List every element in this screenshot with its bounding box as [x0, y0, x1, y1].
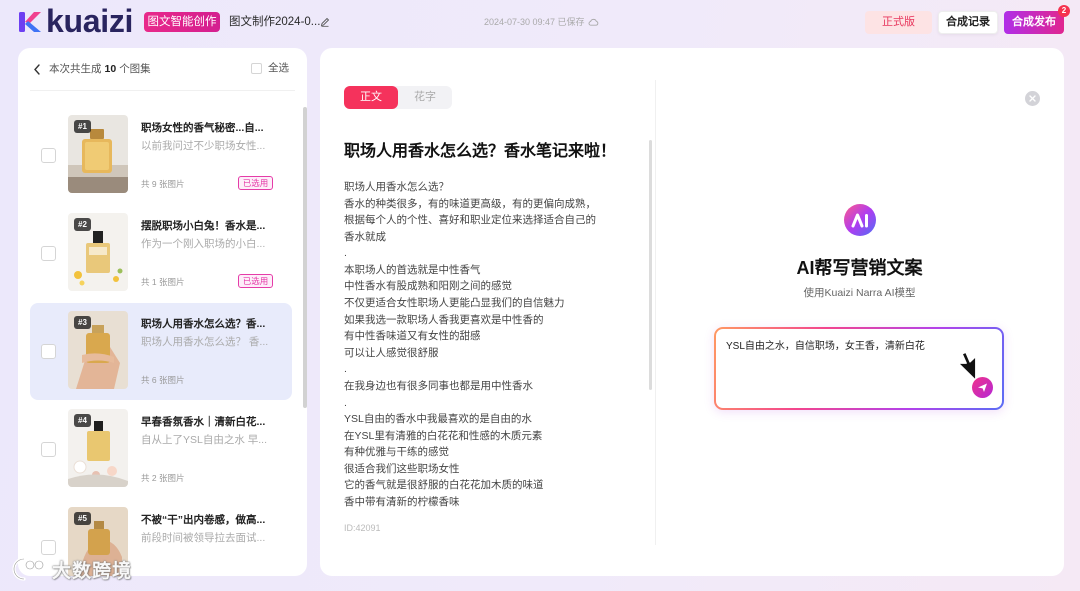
used-status-badge: 已选用	[238, 274, 273, 288]
gallery-item-image-count: 共 2 张图片	[141, 473, 185, 483]
gallery-item-checkbox[interactable]	[41, 148, 56, 163]
gallery-item[interactable]: #3 职场人用香水怎么选？香... 职场人用香水怎么选？ 香... 共 6 张图片	[30, 303, 292, 400]
ai-copywriting-panel: AI帮写营销文案 使用Kuaizi Narra AI模型 YSL自由之水，自信职…	[655, 48, 1064, 576]
gallery-item-checkbox[interactable]	[41, 246, 56, 261]
gallery-summary: 本次共生成 10 个图集	[49, 63, 151, 76]
body-text-line[interactable]: 很适合我们这些职场女性	[344, 461, 644, 478]
chevron-left-icon[interactable]	[33, 64, 41, 75]
gallery-item-title: 职场人用香水怎么选？香...	[141, 318, 266, 330]
ai-panel-title: AI帮写营销文案	[796, 258, 923, 278]
send-button[interactable]	[972, 377, 993, 398]
watermark-logo-icon	[12, 557, 44, 581]
gallery-item-thumbnail: #3	[68, 311, 128, 389]
post-id-label: ID:42091	[344, 523, 381, 533]
watermark-text: 大数跨境	[52, 560, 133, 582]
body-text-line[interactable]: .	[344, 245, 644, 262]
body-text-line[interactable]: 在我身边也有很多同事也都是用中性香水	[344, 378, 644, 395]
main-panel: 正文 花字 职场人用香水怎么选？香水笔记来啦！ 职场人用香水怎么选？ 香水的种类很多…	[320, 48, 1064, 576]
gallery-item-checkbox[interactable]	[41, 344, 56, 359]
tab-styled-text[interactable]: 花字	[398, 86, 452, 109]
body-text-line[interactable]: 香中带有清新的柠檬香味	[344, 494, 644, 511]
gallery-item[interactable]: #4 早春香氛香水｜清新白花... 自从上了YSL自由之水 早... 共 2 张图片	[30, 401, 292, 498]
save-status: 2024-07-30 09:47 已保存	[484, 16, 599, 28]
edition-button[interactable]: 正式版	[865, 11, 932, 34]
gallery-item-image-count: 共 1 张图片	[141, 277, 185, 287]
save-status-text: 2024-07-30 09:47 已保存	[484, 17, 585, 27]
body-text-line[interactable]: 根据每个人的个性、喜好和职业定位来选择适合自己的	[344, 212, 644, 229]
mode-badge: 图文智能创作	[144, 12, 220, 32]
gallery-item-snippet: 自从上了YSL自由之水 早...	[141, 434, 268, 446]
gallery-list: #1 职场女性的香气秘密...自... 以前我问过不少职场女性... 共 9 张图片已…	[18, 107, 307, 576]
publish-button[interactable]: 合成发布	[1004, 11, 1064, 34]
body-text-line[interactable]: 有中性香味道又有女性的甜感	[344, 328, 644, 345]
ai-panel-subtitle: 使用Kuaizi Narra AI模型	[803, 287, 916, 299]
body-text-line[interactable]: 职场人用香水怎么选？	[344, 179, 644, 196]
summary-count: 10	[104, 63, 117, 75]
gallery-item-index-badge: #1	[74, 120, 91, 133]
select-all-label[interactable]: 全选	[268, 62, 289, 75]
gallery-item-thumbnail: #2	[68, 213, 128, 291]
gallery-item-title: 不被“干”出内卷感，做高...	[141, 514, 266, 526]
body-text-line[interactable]: 本职场人的首选就是中性香气	[344, 262, 644, 279]
gallery-panel: 本次共生成 10 个图集 全选 #1 职场女性的香气秘密...自... 以前我问过不少职…	[18, 48, 307, 576]
gallery-item-checkbox[interactable]	[41, 540, 56, 555]
history-button[interactable]: 合成记录	[938, 11, 998, 34]
content-tabs: 正文 花字	[344, 86, 452, 109]
body-text-line[interactable]: 中性香水有股成熟和阳刚之间的感觉	[344, 278, 644, 295]
gallery-item-index-badge: #2	[74, 218, 91, 231]
gallery-scrollbar[interactable]	[303, 107, 307, 408]
document-title[interactable]: 图文制作2024-0...	[229, 14, 320, 30]
body-text-line[interactable]: 可以让人感觉很舒服	[344, 345, 644, 362]
prompt-box: YSL自由之水，自信职场，女王香，清新白花	[714, 327, 1004, 410]
tab-body-text[interactable]: 正文	[344, 86, 398, 109]
gallery-item[interactable]: #1 职场女性的香气秘密...自... 以前我问过不少职场女性... 共 9 张图片 已…	[30, 107, 292, 204]
logo-wordmark: kuaizi	[46, 3, 134, 39]
select-all-checkbox[interactable]	[251, 63, 262, 74]
ai-logo-icon	[843, 204, 876, 236]
body-text-line[interactable]: .	[344, 361, 644, 378]
body-text-line[interactable]: 香水就成	[344, 229, 644, 246]
post-title[interactable]: 职场人用香水怎么选？香水笔记来啦！	[344, 142, 616, 162]
cloud-icon	[588, 18, 598, 26]
body-text-line[interactable]: .	[344, 395, 644, 412]
body-text-line[interactable]: 如果我选一款职场人香我更喜欢是中性香的	[344, 312, 644, 329]
gallery-item-index-badge: #4	[74, 414, 91, 427]
close-circle-icon[interactable]	[1024, 90, 1040, 106]
body-text-line[interactable]: 香水的种类很多，有的味道更高级，有的更偏向成熟，	[344, 196, 644, 213]
editor-scrollbar[interactable]	[649, 140, 652, 390]
publish-count-badge: 2	[1058, 5, 1070, 17]
gallery-item-thumbnail: #4	[68, 409, 128, 487]
edit-pencil-icon[interactable]	[320, 17, 330, 27]
body-text-line[interactable]: 它的香气就是很舒服的白花花加木质的味道	[344, 477, 644, 494]
kuaizi-logo-icon	[19, 12, 41, 32]
gallery-item-snippet: 前段时间被领导拉去面试...	[141, 532, 266, 544]
gallery-item-index-badge: #5	[74, 512, 91, 525]
gallery-item-snippet: 作为一个刚入职场的小白...	[141, 238, 266, 250]
watermark: 大数跨境	[10, 555, 132, 583]
gallery-item-title: 职场女性的香气秘密...自...	[141, 122, 264, 134]
body-text-line[interactable]: 在YSL里有清雅的白花花和性感的木质元素	[344, 428, 644, 445]
prompt-box-inner: YSL自由之水，自信职场，女王香，清新白花	[716, 329, 1002, 408]
gallery-item-title: 早春香氛香水｜清新白花...	[141, 416, 266, 428]
divider	[30, 90, 295, 91]
gallery-item-image-count: 共 9 张图片	[141, 179, 185, 189]
summary-suffix: 个图集	[119, 63, 151, 75]
body-text-line[interactable]: YSL自由的香水中我最喜欢的是自由的水	[344, 411, 644, 428]
prompt-input[interactable]: YSL自由之水，自信职场，女王香，清新白花	[726, 340, 956, 380]
post-body-editor[interactable]: 职场人用香水怎么选？ 香水的种类很多，有的味道更高级，有的更偏向成熟， 根据每个人的…	[344, 179, 644, 511]
gallery-item[interactable]: #2 摆脱职场小白兔！香水是... 作为一个刚入职场的小白... 共 1 张图片 已选用	[30, 205, 292, 302]
gallery-item-title: 摆脱职场小白兔！香水是...	[141, 220, 266, 232]
body-text-line[interactable]: 不仅更适合女性职场人更能凸显我们的自信魅力	[344, 295, 644, 312]
body-text-line[interactable]: 有种优雅与干练的感觉	[344, 444, 644, 461]
gallery-item-index-badge: #3	[74, 316, 91, 329]
summary-prefix: 本次共生成	[49, 63, 102, 75]
gallery-item-image-count: 共 6 张图片	[141, 375, 185, 385]
gallery-item-snippet: 职场人用香水怎么选？ 香...	[141, 336, 269, 348]
gallery-item-checkbox[interactable]	[41, 442, 56, 457]
gallery-item-thumbnail: #1	[68, 115, 128, 193]
gallery-item-snippet: 以前我问过不少职场女性...	[141, 140, 266, 152]
used-status-badge: 已选用	[238, 176, 273, 190]
